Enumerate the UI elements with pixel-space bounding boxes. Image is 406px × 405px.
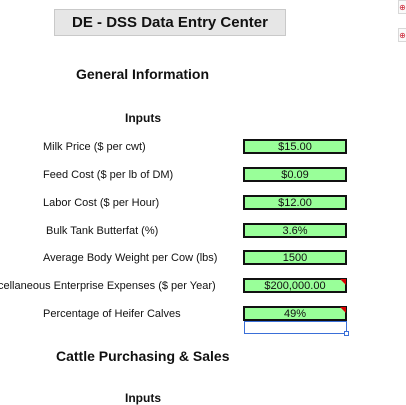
input-cell-labor-cost[interactable]: $12.00 [243,195,347,210]
input-cell-misc-expenses[interactable]: $200,000.00 [243,278,347,293]
row-label: Feed Cost ($ per lb of DM) [43,169,174,181]
row-label: Percentage of Heifer Calves [43,308,181,320]
input-cell-milk-price[interactable]: $15.00 [243,139,347,154]
row-label: cellaneous Enterprise Expenses ($ per Ye… [0,280,216,292]
row-label: Average Body Weight per Cow (lbs) [43,252,218,264]
comment-indicator-icon [340,307,346,313]
comment-indicator-icon [340,279,346,285]
cell-value: $0.09 [281,168,309,181]
section-general-title: General Information [76,66,210,82]
row-label: Bulk Tank Butterfat (%) [46,225,159,237]
page-title-text: DE - DSS Data Entry Center [72,14,268,31]
cell-value: $15.00 [278,140,312,153]
inputs-heading: Inputs [125,111,161,125]
row-label: Labor Cost ($ per Hour) [43,197,160,209]
page-title: DE - DSS Data Entry Center [54,9,286,36]
cell-value: 1500 [282,251,308,264]
cell-value: $200,000.00 [264,279,326,292]
input-cell-feed-cost[interactable]: $0.09 [243,167,347,182]
input-cell-body-weight[interactable]: 1500 [243,250,347,265]
cell-value: $12.00 [278,196,312,209]
side-control-icon[interactable]: ⊕ [398,0,406,14]
section-cattle-title: Cattle Purchasing & Sales [56,348,230,364]
side-control-icon[interactable]: ⊕ [398,28,406,42]
row-label: Milk Price ($ per cwt) [43,141,146,153]
selected-cell[interactable] [244,321,347,334]
cell-value: 3.6% [282,224,308,237]
input-cell-butterfat[interactable]: 3.6% [243,223,347,238]
input-cell-heifer-calves[interactable]: 49% [243,306,347,321]
fill-handle-icon[interactable] [344,331,349,336]
cell-value: 49% [283,307,307,320]
